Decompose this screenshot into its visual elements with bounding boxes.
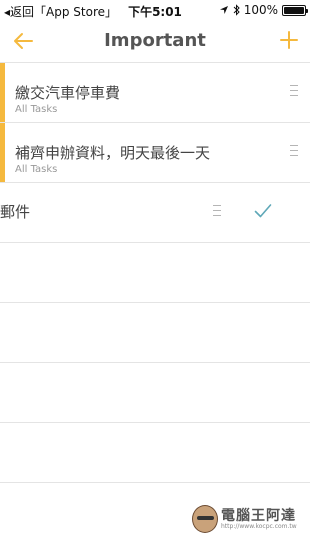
location-icon <box>219 6 228 14</box>
drag-handle-icon[interactable] <box>290 85 298 99</box>
task-list: 繳交汽車停車費 All Tasks 補齊申辦資料，明天最後一天 All Task… <box>0 62 310 490</box>
task-list-name: All Tasks <box>15 104 58 115</box>
watermark-text: 電腦王阿達 <box>221 507 296 524</box>
drag-handle-icon[interactable] <box>290 145 298 159</box>
task-title: 郵件 <box>0 203 31 221</box>
watermark-url: http://www.kocpc.com.tw <box>221 522 297 530</box>
plus-icon[interactable] <box>280 31 298 49</box>
watermark-mascot-icon <box>192 505 218 533</box>
status-right: 100% <box>219 3 308 17</box>
empty-row <box>0 422 310 482</box>
empty-row <box>0 242 310 302</box>
watermark: 電腦王阿達 http://www.kocpc.com.tw <box>192 505 297 533</box>
bluetooth-icon <box>233 4 240 16</box>
page-title: Important <box>104 30 206 51</box>
empty-row <box>0 302 310 362</box>
checkmark-icon[interactable] <box>254 203 272 219</box>
task-row[interactable]: 繳交汽車停車費 All Tasks <box>0 62 310 122</box>
drag-handle-icon[interactable] <box>213 205 221 219</box>
battery-percent: 100% <box>243 3 278 17</box>
nav-bar: Important <box>0 20 310 62</box>
task-title: 補齊申辦資料，明天最後一天 <box>15 144 211 162</box>
task-list-name: All Tasks <box>15 164 58 175</box>
status-bar: ◂返回「App Store」 下午5:01 100% <box>0 0 310 20</box>
empty-row <box>0 482 310 490</box>
empty-row <box>0 362 310 422</box>
battery-icon <box>282 4 308 16</box>
task-row[interactable]: 補齊申辦資料，明天最後一天 All Tasks <box>0 122 310 182</box>
task-title: 繳交汽車停車費 <box>15 84 121 102</box>
task-row[interactable]: 郵件 <box>0 182 310 242</box>
